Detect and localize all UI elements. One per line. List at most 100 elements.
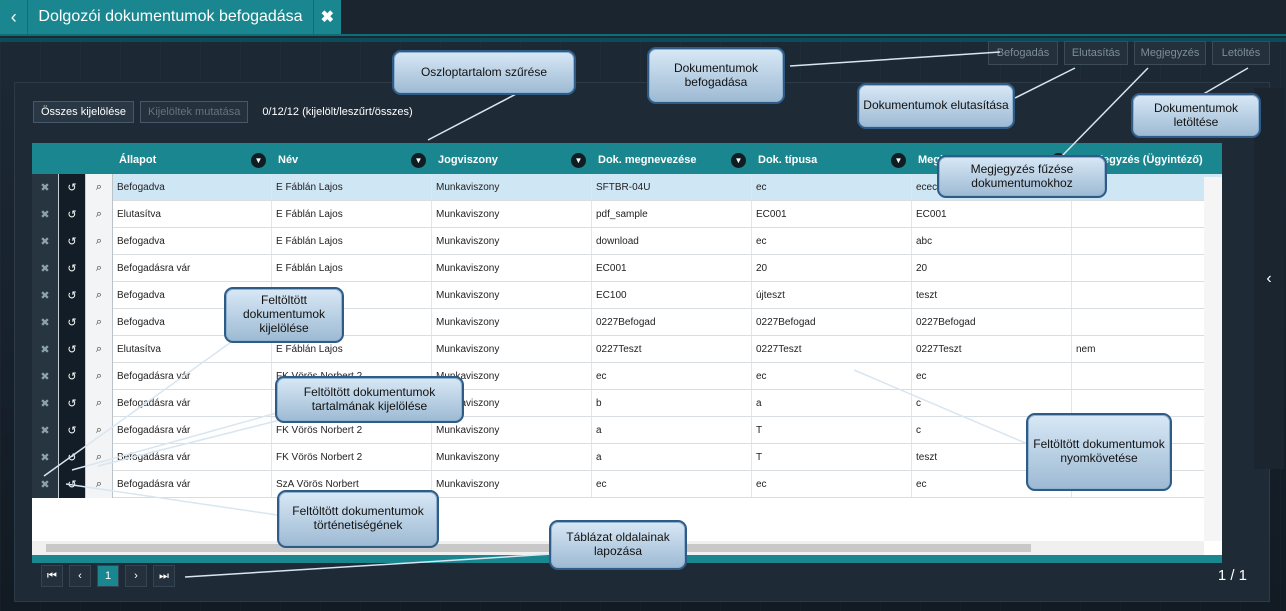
window-titlebar: ‹ Dolgozói dokumentumok befogadása ✖ — [0, 0, 341, 36]
search-icon[interactable]: ⌕ — [86, 282, 113, 309]
table-cell: 0227Teszt — [752, 336, 912, 362]
column-header: Dok. típusa ▼ — [752, 146, 912, 174]
table-cell — [1072, 201, 1222, 227]
scroll-thumb[interactable] — [46, 544, 1031, 552]
reject-row-icon[interactable]: ✖ — [32, 255, 59, 282]
last-page-button[interactable]: ⏭ — [153, 565, 175, 587]
reject-row-icon[interactable]: ✖ — [32, 201, 59, 228]
table-cell: T — [752, 444, 912, 470]
reject-row-icon[interactable]: ✖ — [32, 228, 59, 255]
search-icon[interactable]: ⌕ — [86, 309, 113, 336]
select-all-button[interactable]: Összes kijelölése — [33, 101, 134, 123]
history-icon[interactable]: ↺ — [59, 444, 86, 471]
side-panel-toggle[interactable]: ‹ — [1254, 88, 1284, 469]
accept-button[interactable]: Befogadás — [988, 41, 1058, 65]
table-cell: ec — [752, 363, 912, 389]
page-info: 1 / 1 — [1217, 567, 1247, 584]
reject-button[interactable]: Elutasítás — [1064, 41, 1128, 65]
filter-icon[interactable]: ▼ — [891, 152, 906, 168]
filter-icon[interactable]: ▼ — [411, 152, 426, 168]
history-icon[interactable]: ↺ — [59, 336, 86, 363]
page-1-button[interactable]: 1 — [97, 565, 119, 587]
search-icon[interactable]: ⌕ — [86, 201, 113, 228]
callout-content: Feltöltött dokumentumok tartalmának kije… — [275, 376, 464, 423]
history-icon[interactable]: ↺ — [59, 363, 86, 390]
download-button[interactable]: Letöltés — [1212, 41, 1270, 65]
table-row[interactable]: ✖ ↺ ⌕ Befogadva E Fáblán Lajos Munkaviszony do… — [32, 228, 1222, 255]
table-cell: Munkaviszony — [432, 471, 592, 497]
table-cell: Befogadásra vár — [113, 363, 272, 389]
prev-page-button[interactable]: ‹ — [69, 565, 91, 587]
table-row[interactable]: ✖ ↺ ⌕ Elutasítva E Fáblán Lajos Munkaviszony p… — [32, 201, 1222, 228]
history-icon[interactable]: ↺ — [59, 471, 86, 498]
search-icon[interactable]: ⌕ — [86, 255, 113, 282]
callout-filter: Oszloptartalom szűrése — [392, 50, 576, 95]
table-cell — [1072, 255, 1222, 281]
history-icon[interactable]: ↺ — [59, 309, 86, 336]
column-header: Állapot ▼ — [113, 146, 272, 174]
note-button[interactable]: Megjegyzés — [1134, 41, 1206, 65]
reject-row-icon[interactable]: ✖ — [32, 282, 59, 309]
history-icon[interactable]: ↺ — [59, 390, 86, 417]
reject-row-icon[interactable]: ✖ — [32, 444, 59, 471]
search-icon[interactable]: ⌕ — [86, 336, 113, 363]
table-row[interactable]: ✖ ↺ ⌕ Elutasítva E Fáblán Lajos Munkaviszony 0… — [32, 336, 1222, 363]
table-cell: 0227Teszt — [912, 336, 1072, 362]
table-cell: Munkaviszony — [432, 255, 592, 281]
table-cell: ec — [912, 363, 1072, 389]
reject-row-icon[interactable]: ✖ — [32, 336, 59, 363]
table-cell: Befogadásra vár — [113, 417, 272, 443]
table-cell: ec — [592, 471, 752, 497]
vertical-scrollbar[interactable] — [1204, 177, 1222, 541]
table-cell: Munkaviszony — [432, 228, 592, 254]
reject-row-icon[interactable]: ✖ — [32, 417, 59, 444]
history-icon[interactable]: ↺ — [59, 417, 86, 444]
table-cell: 20 — [912, 255, 1072, 281]
next-page-button[interactable]: › — [125, 565, 147, 587]
history-icon[interactable]: ↺ — [59, 174, 86, 201]
filter-icon[interactable]: ▼ — [731, 152, 746, 168]
table-row[interactable]: ✖↺⌕BefogadvaE Fáblán LajosMunkaviszonyEC… — [32, 282, 1222, 309]
table-cell: teszt — [912, 282, 1072, 308]
back-icon[interactable]: ‹ — [0, 0, 29, 35]
table-cell: Befogadva — [113, 174, 272, 200]
search-icon[interactable]: ⌕ — [86, 390, 113, 417]
table-cell: SFTBR-04U — [592, 174, 752, 200]
history-icon[interactable]: ↺ — [59, 255, 86, 282]
search-icon[interactable]: ⌕ — [86, 174, 113, 201]
table-row[interactable]: ✖↺⌕Befogadásra várFK Vörös Norbert 2Munk… — [32, 363, 1222, 390]
table-row[interactable]: ✖↺⌕BefogadvaE Fáblán LajosMunkaviszony02… — [32, 309, 1222, 336]
callout-accept: Dokumentumok befogadása — [647, 47, 785, 104]
column-header: Jogviszony ▼ — [432, 146, 592, 174]
window-title: Dolgozói dokumentumok befogadása — [38, 8, 303, 25]
show-selected-button[interactable]: Kijelöltek mutatása — [139, 101, 249, 123]
reject-row-icon[interactable]: ✖ — [32, 174, 59, 201]
table-row[interactable]: ✖ ↺ ⌕ Befogadásra vár E Fáblán Lajos Munkavis… — [32, 255, 1222, 282]
filter-icon[interactable]: ▼ — [571, 152, 586, 168]
reject-row-icon[interactable]: ✖ — [32, 309, 59, 336]
reject-row-icon[interactable]: ✖ — [32, 390, 59, 417]
table-cell: a — [592, 417, 752, 443]
history-icon[interactable]: ↺ — [59, 282, 86, 309]
filter-icon[interactable]: ▼ — [251, 152, 266, 168]
table-cell: EC001 — [752, 201, 912, 227]
reject-row-icon[interactable]: ✖ — [32, 363, 59, 390]
history-icon[interactable]: ↺ — [59, 228, 86, 255]
search-icon[interactable]: ⌕ — [86, 417, 113, 444]
table-cell: Munkaviszony — [432, 336, 592, 362]
history-icon[interactable]: ↺ — [59, 201, 86, 228]
table-cell: 0227Befogad — [592, 309, 752, 335]
reject-row-icon[interactable]: ✖ — [32, 471, 59, 498]
search-icon[interactable]: ⌕ — [86, 471, 113, 498]
selection-bar: Összes kijelölése Kijelöltek mutatása 0/… — [33, 101, 413, 123]
search-icon[interactable]: ⌕ — [86, 363, 113, 390]
search-icon[interactable]: ⌕ — [86, 444, 113, 471]
table-cell: pdf_sample — [592, 201, 752, 227]
table-cell: ec — [592, 363, 752, 389]
first-page-button[interactable]: ⏮ — [41, 565, 63, 587]
close-icon[interactable]: ✖ — [312, 0, 341, 35]
table-cell: Befogadásra vár — [113, 255, 272, 281]
table-cell: 20 — [752, 255, 912, 281]
search-icon[interactable]: ⌕ — [86, 228, 113, 255]
callout-download: Dokumentumok letöltése — [1131, 93, 1261, 138]
